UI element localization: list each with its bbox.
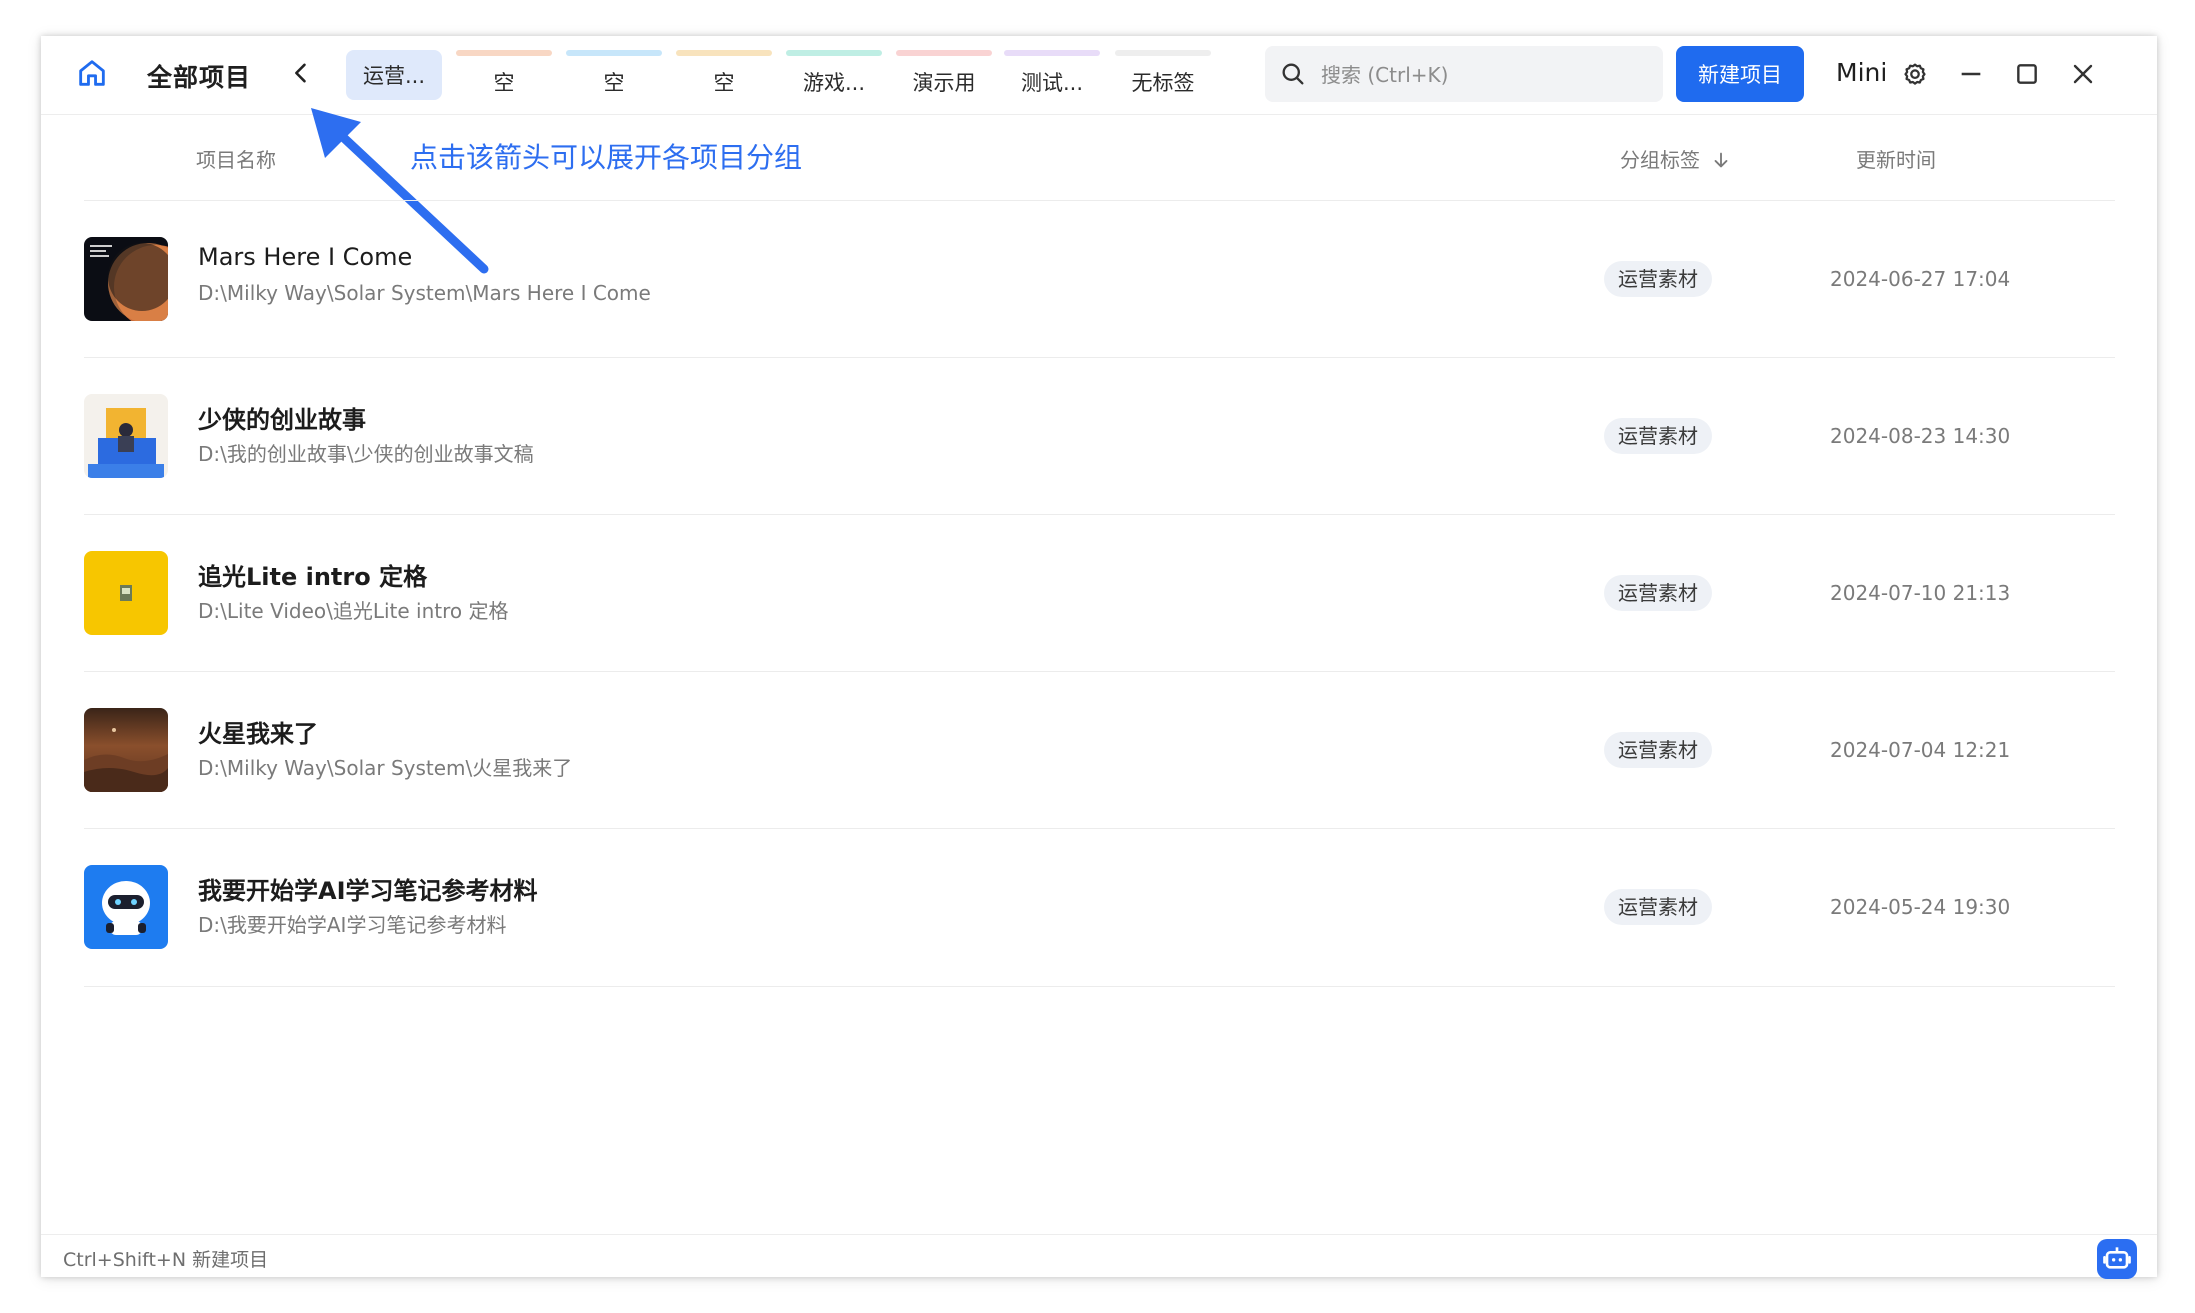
project-row[interactable]: 少侠的创业故事 D:\我的创业故事\少侠的创业故事文稿 运营素材 2024-08… xyxy=(84,357,2115,515)
close-icon[interactable] xyxy=(2067,58,2099,90)
tab-group-test[interactable]: 测试... xyxy=(1004,50,1100,100)
project-path: D:\Milky Way\Solar System\火星我来了 xyxy=(198,756,573,780)
updated-time: 2024-07-10 21:13 xyxy=(1830,581,2011,605)
group-tag-badge[interactable]: 运营素材 xyxy=(1604,575,1712,611)
project-thumbnail[interactable] xyxy=(84,551,168,635)
mini-mode-button[interactable]: Mini xyxy=(1836,58,1887,87)
group-tag-badge[interactable]: 运营素材 xyxy=(1604,732,1712,768)
project-row[interactable]: 我要开始学AI学习笔记参考材料 D:\我要开始学AI学习笔记参考材料 运营素材 … xyxy=(84,828,2115,987)
new-project-button[interactable]: 新建项目 xyxy=(1676,46,1804,102)
tab-label: 无标签 xyxy=(1131,71,1195,95)
column-header-label: 分组标签 xyxy=(1620,148,1700,172)
tab-color-bar xyxy=(566,50,662,56)
tab-label: 空 xyxy=(493,71,515,95)
tab-group-demo[interactable]: 演示用 xyxy=(896,50,992,100)
search-input[interactable] xyxy=(1319,46,1653,104)
tab-group-untagged[interactable]: 无标签 xyxy=(1115,50,1211,100)
project-thumbnail[interactable] xyxy=(84,865,168,949)
project-thumbnail[interactable] xyxy=(84,394,168,478)
project-path: D:\Lite Video\追光Lite intro 定格 xyxy=(198,599,509,623)
updated-time: 2024-08-23 14:30 xyxy=(1830,424,2011,448)
updated-time: 2024-06-27 17:04 xyxy=(1830,267,2011,291)
tab-color-bar xyxy=(786,50,882,56)
project-thumbnail[interactable] xyxy=(84,237,168,321)
project-thumbnail[interactable] xyxy=(84,708,168,792)
updated-time: 2024-07-04 12:21 xyxy=(1830,738,2011,762)
gear-icon[interactable] xyxy=(1899,58,1931,90)
tab-group-empty-1[interactable]: 空 xyxy=(456,50,552,100)
maximize-icon[interactable] xyxy=(2011,58,2043,90)
tab-label: 测试... xyxy=(1020,71,1084,95)
tab-group-games[interactable]: 游戏... xyxy=(786,50,882,100)
tab-label: 演示用 xyxy=(912,71,976,95)
shortcut-hint: Ctrl+Shift+N 新建项目 xyxy=(63,1249,269,1271)
project-path: D:\我的创业故事\少侠的创业故事文稿 xyxy=(198,442,534,466)
project-row[interactable]: 追光Lite intro 定格 D:\Lite Video\追光Lite int… xyxy=(84,514,2115,672)
updated-time: 2024-05-24 19:30 xyxy=(1830,895,2011,919)
group-tag-badge[interactable]: 运营素材 xyxy=(1604,889,1712,925)
tab-group-empty-2[interactable]: 空 xyxy=(566,50,662,100)
group-tag-badge[interactable]: 运营素材 xyxy=(1604,261,1712,297)
tab-color-bar xyxy=(896,50,992,56)
home-icon[interactable] xyxy=(75,56,109,90)
group-tag-badge[interactable]: 运营素材 xyxy=(1604,418,1712,454)
robot-icon xyxy=(2103,1247,2131,1269)
chevron-left-icon[interactable] xyxy=(287,58,315,88)
tab-color-bar xyxy=(1115,50,1211,56)
project-row[interactable]: Mars Here I Come D:\Milky Way\Solar Syst… xyxy=(84,200,2115,358)
tab-color-bar xyxy=(456,50,552,56)
project-title: 追光Lite intro 定格 xyxy=(198,563,428,591)
project-title: 少侠的创业故事 xyxy=(198,406,366,434)
project-title: Mars Here I Come xyxy=(198,243,413,271)
column-header-updated: 更新时间 xyxy=(1856,148,1936,172)
column-header-group-tag[interactable]: 分组标签 xyxy=(1620,144,1732,173)
project-title: 火星我来了 xyxy=(198,720,318,748)
tab-group-empty-3[interactable]: 空 xyxy=(676,50,772,100)
search-box[interactable] xyxy=(1265,46,1663,104)
project-row[interactable]: 火星我来了 D:\Milky Way\Solar System\火星我来了 运营… xyxy=(84,671,2115,829)
assistant-button[interactable] xyxy=(2097,1239,2137,1279)
tab-label: 游戏... xyxy=(802,71,866,95)
page-title: 全部项目 xyxy=(147,63,252,92)
tab-group-yunying[interactable]: 运营... xyxy=(346,50,442,100)
project-path: D:\Milky Way\Solar System\Mars Here I Co… xyxy=(198,281,651,305)
tab-color-bar xyxy=(1004,50,1100,56)
tab-color-bar xyxy=(676,50,772,56)
minimize-icon[interactable] xyxy=(1955,58,1987,90)
app-window: 全部项目 运营... 空 空 空 游戏... 演示用 测试... 无标签 搜索 … xyxy=(41,36,2157,1279)
tab-label: 运营... xyxy=(362,64,426,88)
annotation-text: 点击该箭头可以展开各项目分组 xyxy=(410,141,803,174)
project-title: 我要开始学AI学习笔记参考材料 xyxy=(198,877,538,905)
tab-label: 空 xyxy=(603,71,625,95)
column-header-name: 项目名称 xyxy=(196,148,276,172)
arrow-down-icon xyxy=(1714,152,1728,168)
tab-label: 空 xyxy=(713,71,735,95)
project-path: D:\我要开始学AI学习笔记参考材料 xyxy=(198,913,507,937)
search-icon xyxy=(1282,63,1304,85)
status-bar: Ctrl+Shift+N 新建项目 xyxy=(41,1234,2157,1279)
